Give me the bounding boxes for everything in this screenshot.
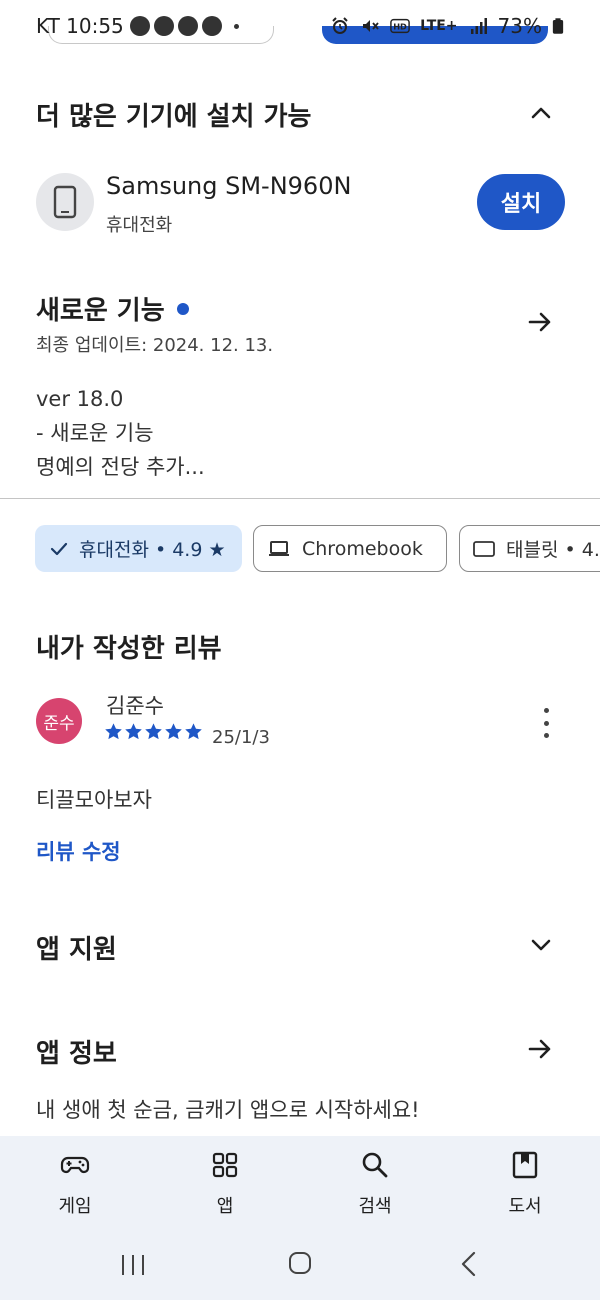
laptop-icon: [269, 540, 289, 556]
check-icon: [50, 542, 68, 555]
network-type: LTE+: [420, 18, 458, 34]
alarm-icon: [332, 17, 348, 34]
star-icon: [105, 723, 122, 740]
signal-icon: [470, 18, 487, 34]
my-review-title: 내가 작성한 리뷰: [36, 634, 222, 664]
more-options-icon[interactable]: [538, 708, 554, 738]
carrier-time: KT 10:55: [36, 14, 124, 38]
review-text: 티끌모아보자: [36, 788, 152, 812]
tablet-icon: [473, 540, 495, 557]
recent-apps-icon[interactable]: [120, 1253, 146, 1277]
edit-review-link[interactable]: 리뷰 수정: [36, 836, 121, 866]
gamepad-icon: [60, 1156, 90, 1174]
release-note-line: ver 18.0: [36, 387, 124, 411]
install-button[interactable]: 설치: [477, 174, 565, 230]
search-icon: [362, 1152, 388, 1178]
hd-voice-icon: HD: [390, 18, 410, 34]
nav-apps[interactable]: 앱: [175, 1150, 275, 1218]
arrow-right-icon[interactable]: [526, 308, 554, 336]
star-icon: [145, 723, 162, 740]
app-support-title[interactable]: 앱 지원: [36, 929, 117, 966]
chip-label: 태블릿 • 4.8: [506, 539, 600, 561]
mute-icon: [363, 20, 379, 32]
chat-notification-icon: [153, 16, 174, 36]
phone-icon: [53, 185, 77, 219]
apps-grid-icon: [212, 1152, 238, 1178]
status-right: HD LTE+ 73%: [330, 14, 564, 38]
whats-new-title: 새로운 기능: [36, 296, 165, 326]
back-icon[interactable]: [459, 1251, 479, 1277]
device-name: Samsung SM-N960N: [106, 172, 352, 200]
chip-tablet[interactable]: 태블릿 • 4.8: [459, 525, 600, 572]
chevron-down-icon[interactable]: [528, 932, 554, 958]
device-type: 휴대전화: [106, 215, 173, 236]
more-devices-title: 더 많은 기기에 설치 가능: [36, 102, 312, 132]
avatar: 준수: [36, 698, 82, 744]
review-date: 25/1/3: [212, 727, 270, 748]
nav-label: 앱: [216, 1196, 234, 1217]
nav-label: 게임: [58, 1196, 92, 1217]
app-info-title[interactable]: 앱 정보: [36, 1033, 117, 1070]
reviewer-name: 김준수: [106, 694, 164, 718]
home-icon[interactable]: [288, 1251, 312, 1275]
svg-text:HD: HD: [393, 22, 407, 32]
star-icon: [185, 723, 202, 740]
pen-notification-icon: [201, 16, 222, 36]
app-notification-icon: [129, 16, 150, 36]
battery-icon: [552, 18, 564, 34]
release-note-line: 명예의 전당 추가...: [36, 455, 205, 479]
status-left: KT 10:55: [36, 14, 239, 38]
device-avatar: [36, 173, 94, 231]
chevron-up-icon[interactable]: [528, 100, 554, 126]
star-icon: [125, 723, 142, 740]
nav-games[interactable]: 게임: [25, 1150, 125, 1218]
chip-label: 휴대전화 • 4.9 ★: [79, 539, 226, 561]
nav-label: 도서: [508, 1196, 542, 1217]
star-rating: [104, 722, 203, 741]
arrow-right-icon[interactable]: [526, 1035, 554, 1063]
release-notes: ver 18.0 - 새로운 기능 명예의 전당 추가...: [36, 382, 205, 484]
nav-books[interactable]: 도서: [475, 1150, 575, 1218]
more-notifications-dot: [233, 23, 239, 29]
star-icon: [165, 723, 182, 740]
bookmark-book-icon: [512, 1151, 538, 1179]
section-divider: [0, 498, 600, 499]
blocked-notification-icon: [177, 16, 198, 36]
chip-label: Chromebook: [302, 537, 423, 560]
whats-new-heading[interactable]: 새로운 기능: [36, 290, 189, 327]
battery-percent: 73%: [497, 14, 542, 38]
chip-phone[interactable]: 휴대전화 • 4.9 ★: [35, 525, 242, 572]
status-bar: KT 10:55 HD LTE+ 73%: [0, 0, 600, 58]
release-note-line: - 새로운 기능: [36, 421, 154, 445]
nav-search[interactable]: 검색: [325, 1150, 425, 1218]
chip-chromebook[interactable]: Chromebook: [253, 525, 447, 572]
nav-label: 검색: [358, 1196, 392, 1217]
new-indicator-dot: [176, 302, 189, 315]
notification-icons: [129, 16, 222, 36]
app-description: 내 생애 첫 순금, 금캐기 앱으로 시작하세요!: [36, 1098, 420, 1122]
last-update-date: 최종 업데이트: 2024. 12. 13.: [36, 335, 274, 356]
